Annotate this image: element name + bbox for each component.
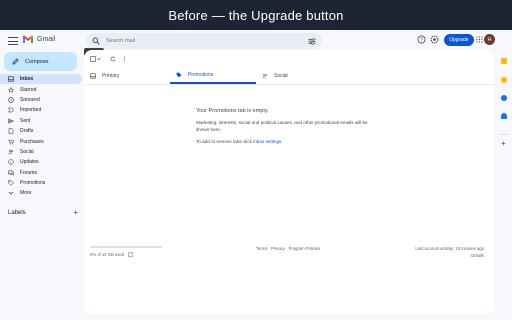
side-panel-divider bbox=[500, 134, 508, 135]
inbox-settings-link[interactable]: inbox settings bbox=[253, 139, 281, 144]
purchases-icon bbox=[8, 139, 14, 144]
sidebar-item-label: Sent bbox=[20, 117, 31, 124]
mail-list-panel: Primary Promotions Social Your Promotion… bbox=[84, 50, 494, 314]
sidebar-item-important[interactable]: Important bbox=[0, 105, 82, 115]
upgrade-button[interactable]: Upgrade bbox=[444, 34, 474, 46]
empty-state: Your Promotions tab is empty. Marketing,… bbox=[196, 108, 376, 144]
tasks-icon[interactable] bbox=[501, 95, 507, 101]
last-activity-text: Last account activity: 10 minutes ago bbox=[415, 246, 484, 251]
footer-links[interactable]: Terms · Privacy · Program Policies bbox=[256, 246, 320, 251]
banner-text: Before — the Upgrade button bbox=[168, 7, 344, 23]
sidebar-item-drafts[interactable]: Drafts bbox=[0, 126, 82, 136]
open-external-icon[interactable] bbox=[128, 252, 133, 257]
social-icon bbox=[262, 73, 268, 78]
gmail-logo-text: Gmail bbox=[37, 35, 56, 43]
empty-state-description: Marketing, interests, social and politic… bbox=[196, 120, 368, 132]
updates-icon: i bbox=[8, 159, 14, 165]
tab-primary[interactable]: Primary bbox=[84, 67, 170, 84]
sidebar-item-label: Snoozed bbox=[20, 96, 40, 103]
category-tabs: Primary Promotions Social bbox=[84, 67, 494, 85]
sidebar-item-snoozed[interactable]: Snoozed bbox=[0, 95, 82, 105]
sidebar-item-label: Forums bbox=[20, 169, 37, 176]
sidebar-item-inbox[interactable]: Inbox bbox=[0, 74, 82, 85]
tab-label: Social bbox=[274, 72, 288, 79]
sidebar-item-label: Drafts bbox=[20, 128, 34, 135]
account-avatar[interactable]: H bbox=[484, 34, 495, 45]
sidebar-item-label: Purchases bbox=[20, 138, 44, 145]
search-input[interactable] bbox=[106, 38, 308, 44]
clock-icon bbox=[8, 97, 14, 103]
hint-suffix: . bbox=[281, 139, 283, 144]
inbox-icon bbox=[8, 76, 14, 82]
empty-state-title: Your Promotions tab is empty. bbox=[196, 108, 269, 114]
tab-label: Primary bbox=[102, 72, 120, 79]
sidebar-item-updates[interactable]: i Updates bbox=[0, 157, 82, 167]
storage-info: 0% of 15 GB used bbox=[90, 252, 133, 257]
sidebar-item-label: Updates bbox=[20, 159, 39, 166]
storage-usage-text: 0% of 15 GB used bbox=[90, 252, 124, 257]
sidebar-item-label: More bbox=[20, 190, 32, 197]
send-icon bbox=[8, 118, 14, 124]
draft-icon bbox=[8, 128, 14, 134]
gmail-app: Gmail ? Upgrade H bbox=[0, 30, 512, 320]
empty-state-hint: To add or remove tabs click inbox settin… bbox=[196, 139, 376, 144]
compose-button[interactable]: Compose bbox=[4, 52, 77, 71]
hint-prefix: To add or remove tabs click bbox=[196, 139, 254, 144]
more-options-icon[interactable] bbox=[123, 56, 126, 62]
sidebar-item-label: Promotions bbox=[20, 180, 46, 187]
settings-gear-icon[interactable] bbox=[430, 35, 439, 44]
labels-section: Labels + bbox=[8, 209, 78, 217]
labels-title: Labels bbox=[8, 210, 26, 216]
sidebar-item-label: Inbox bbox=[20, 76, 34, 83]
sidebar-item-label: Starred bbox=[20, 86, 37, 93]
pencil-icon bbox=[12, 58, 19, 65]
gmail-m-icon bbox=[22, 34, 34, 44]
upgrade-label: Upgrade bbox=[449, 37, 469, 43]
sidebar-item-forums[interactable]: Forums bbox=[0, 168, 82, 178]
contacts-icon[interactable] bbox=[501, 113, 507, 119]
select-dropdown-icon[interactable] bbox=[97, 56, 101, 62]
sidebar-item-sent[interactable]: Sent bbox=[0, 116, 82, 126]
main-menu-icon[interactable] bbox=[8, 37, 18, 45]
tag-icon bbox=[8, 180, 14, 186]
help-icon[interactable]: ? bbox=[417, 35, 426, 44]
apps-grid-icon[interactable] bbox=[476, 36, 483, 43]
search-bar[interactable] bbox=[86, 33, 322, 49]
forums-icon bbox=[8, 170, 14, 176]
details-link[interactable]: Details bbox=[415, 253, 484, 260]
search-icon[interactable] bbox=[92, 37, 100, 45]
sidebar-nav: Inbox Starred Snoozed Important Sent Dra… bbox=[0, 74, 82, 199]
social-icon bbox=[8, 149, 14, 155]
add-label-plus-icon[interactable]: + bbox=[73, 209, 78, 217]
tab-social[interactable]: Social bbox=[256, 67, 342, 84]
chevron-down-icon bbox=[8, 192, 14, 195]
account-activity: Last account activity: 10 minutes ago De… bbox=[415, 246, 484, 259]
important-icon bbox=[8, 108, 14, 113]
storage-usage-bar bbox=[90, 246, 162, 248]
sidebar-item-more[interactable]: More bbox=[0, 188, 82, 198]
sidebar-item-label: Social bbox=[20, 148, 34, 155]
tutorial-banner: Before — the Upgrade button bbox=[0, 0, 512, 30]
tag-icon bbox=[176, 72, 182, 77]
svg-text:?: ? bbox=[420, 37, 423, 43]
gmail-logo[interactable]: Gmail bbox=[22, 34, 55, 44]
refresh-icon[interactable] bbox=[110, 56, 116, 62]
sidebar-item-social[interactable]: Social bbox=[0, 147, 82, 157]
inbox-icon bbox=[90, 73, 96, 78]
select-checkbox-icon[interactable] bbox=[90, 56, 96, 62]
keep-icon[interactable] bbox=[501, 77, 507, 83]
search-options-icon[interactable] bbox=[308, 37, 316, 45]
sidebar-item-promotions[interactable]: Promotions bbox=[0, 178, 82, 188]
sidebar-item-purchases[interactable]: Purchases bbox=[0, 136, 82, 146]
sidebar-item-starred[interactable]: Starred bbox=[0, 84, 82, 94]
avatar-letter: H bbox=[487, 36, 492, 43]
tab-promotions[interactable]: Promotions bbox=[170, 67, 256, 84]
tab-label: Promotions bbox=[188, 71, 214, 78]
get-addons-plus-icon[interactable]: + bbox=[501, 140, 506, 148]
star-icon bbox=[8, 86, 14, 93]
calendar-icon[interactable] bbox=[501, 58, 507, 64]
svg-text:i: i bbox=[11, 160, 12, 165]
compose-label: Compose bbox=[25, 58, 49, 65]
sidebar-item-label: Important bbox=[20, 107, 42, 114]
